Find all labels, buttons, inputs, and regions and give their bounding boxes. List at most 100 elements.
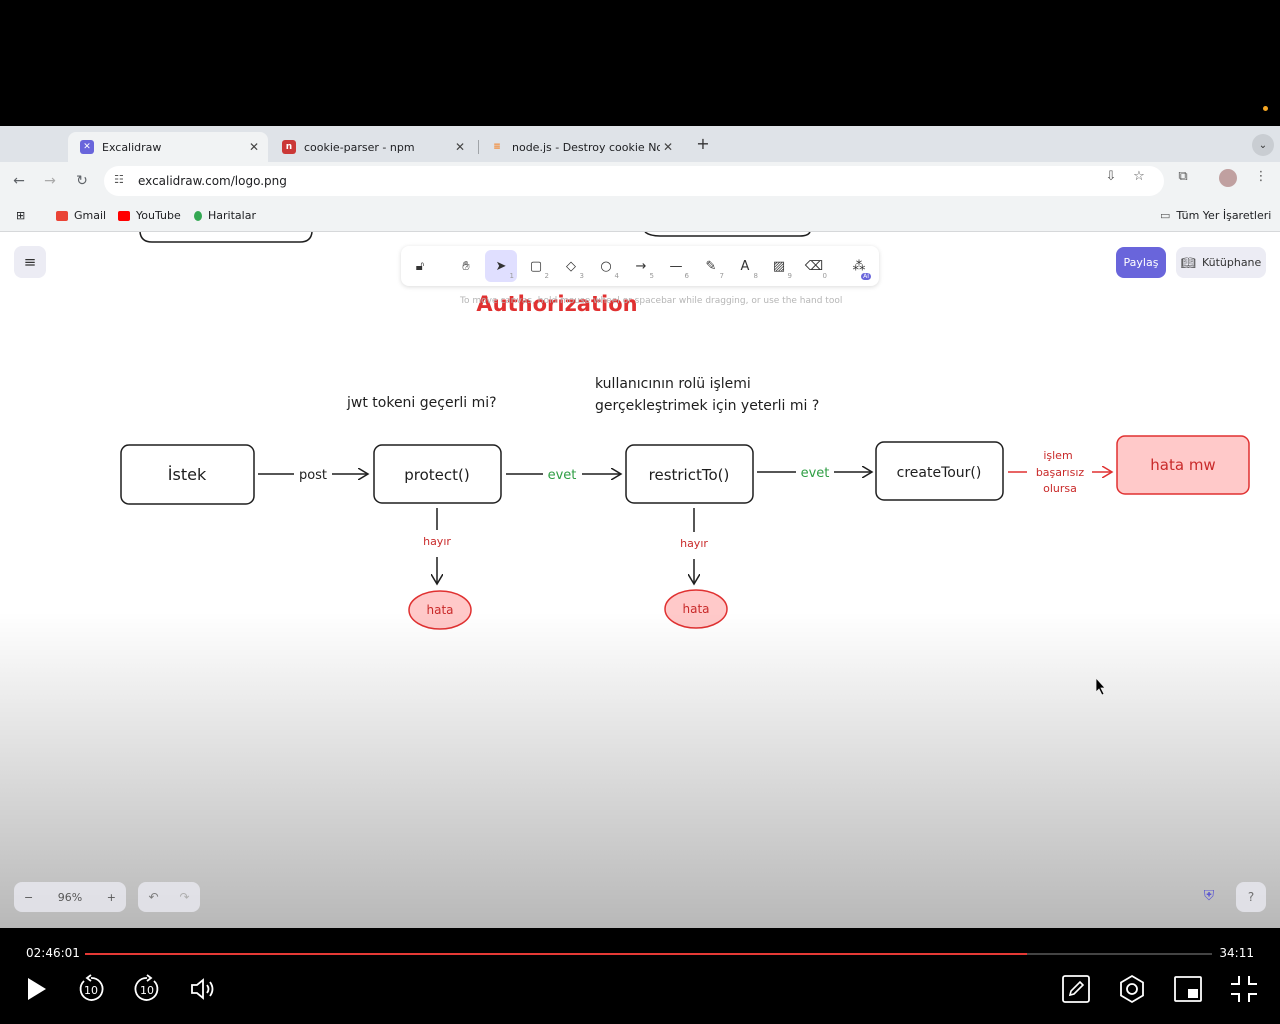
tab-title: cookie-parser - npm <box>304 140 415 154</box>
pencil-tool-icon[interactable]: ✎ 7 <box>695 250 727 282</box>
shield-icon[interactable]: ⛨ <box>1200 888 1218 906</box>
lock-icon[interactable]: 🔓︎ <box>404 250 436 282</box>
extensions-icon[interactable]: ⧉ <box>1174 169 1192 187</box>
selection-tool-icon[interactable]: ➤ 1 <box>485 250 517 282</box>
bookmark-label: YouTube <box>136 209 181 222</box>
new-tab-button[interactable]: + <box>694 134 712 154</box>
undo-redo-controls: ↶ ↷ <box>138 882 200 912</box>
undo-icon[interactable]: ↶ <box>148 890 158 904</box>
close-tab-icon[interactable]: ✕ <box>452 140 468 154</box>
bookmark-youtube[interactable]: YouTube <box>118 209 181 222</box>
edge-no2-label: hayır <box>680 537 708 550</box>
tool-key: 7 <box>719 272 724 280</box>
tool-key: 0 <box>822 272 827 280</box>
offscreen-shape-center[interactable] <box>644 232 811 237</box>
zoom-out-button[interactable]: − <box>24 891 33 904</box>
bookmark-maps[interactable]: Haritalar <box>194 209 256 222</box>
skip-forward-seconds: 10 <box>140 984 154 997</box>
site-settings-icon[interactable]: ☷ <box>114 173 130 189</box>
settings-gear-icon[interactable] <box>1115 972 1149 1006</box>
skip-forward-icon[interactable]: 10 <box>130 972 164 1006</box>
hand-tool-icon[interactable]: ✋︎ <box>450 250 482 282</box>
all-bookmarks[interactable]: ▭ Tüm Yer İşaretleri <box>1160 209 1271 222</box>
node-create-tour-label: createTour() <box>897 465 982 481</box>
play-icon[interactable] <box>20 972 54 1006</box>
browser-toolbar: ← → ↻ ☷ excalidraw.com/logo.png ⇩ ☆ ⧉ ⋮ <box>0 162 1280 200</box>
arrow-tool-icon[interactable]: → 5 <box>625 250 657 282</box>
tool-key: 1 <box>509 272 514 280</box>
video-player-controls: 02:46:01 34:11 10 10 <box>0 928 1280 1024</box>
notes-edit-icon[interactable] <box>1059 972 1093 1006</box>
question-jwt[interactable]: jwt tokeni geçerli mi? <box>346 395 497 411</box>
node-protect-label: protect() <box>404 466 469 484</box>
tab-cookie-parser[interactable]: n cookie-parser - npm ✕ <box>270 132 474 162</box>
edge-fail-label-3: olursa <box>1043 482 1077 495</box>
node-restrict-label: restrictTo() <box>649 466 730 484</box>
node-error-mw-label: hata mw <box>1150 456 1215 474</box>
picture-in-picture-icon[interactable] <box>1171 972 1205 1006</box>
address-bar[interactable]: ☷ excalidraw.com/logo.png <box>104 166 1164 196</box>
tab-search-chevron-icon[interactable]: ⌄ <box>1252 134 1274 156</box>
tool-key: 6 <box>684 272 689 280</box>
browser-window: ✕ Excalidraw ✕ n cookie-parser - npm ✕ ≡… <box>0 126 1280 928</box>
back-icon[interactable]: ← <box>9 171 29 191</box>
tab-excalidraw[interactable]: ✕ Excalidraw ✕ <box>68 132 268 162</box>
forward-icon[interactable]: → <box>40 171 60 191</box>
apps-grid-icon[interactable]: ⊞ <box>16 209 25 222</box>
redo-icon[interactable]: ↷ <box>179 890 189 904</box>
image-tool-icon[interactable]: ▨ 9 <box>763 250 795 282</box>
close-tab-icon[interactable]: ✕ <box>660 140 676 154</box>
edge-yes2-label: evet <box>801 466 830 481</box>
help-icon[interactable]: ? <box>1236 882 1266 912</box>
all-bookmarks-label: Tüm Yer İşaretleri <box>1176 209 1272 222</box>
bookmark-gmail[interactable]: Gmail <box>56 209 106 222</box>
eraser-tool-icon[interactable]: ⌫ 0 <box>798 250 830 282</box>
youtube-icon <box>118 210 130 221</box>
tool-key: 9 <box>787 272 792 280</box>
zoom-in-button[interactable]: + <box>107 891 116 904</box>
rectangle-tool-icon[interactable]: ▢ 2 <box>520 250 552 282</box>
reload-icon[interactable]: ↻ <box>72 171 92 191</box>
text-tool-icon[interactable]: A8 <box>729 250 761 282</box>
install-app-icon[interactable]: ⇩ <box>1102 169 1120 187</box>
question-role-line2[interactable]: gerçekleştrimek için yeterli mi ? <box>595 398 819 414</box>
edge-fail-label-2: başarısız <box>1036 466 1085 479</box>
current-time: 02:46:01 <box>26 946 80 960</box>
maps-pin-icon <box>194 210 202 221</box>
volume-icon[interactable] <box>186 972 220 1006</box>
offscreen-shape-left[interactable] <box>139 232 313 243</box>
bookmark-label: Gmail <box>74 209 107 222</box>
ai-badge: AI <box>861 273 871 280</box>
tool-key: 5 <box>649 272 654 280</box>
more-shapes-icon[interactable]: ⁂ AI <box>843 250 875 282</box>
node-error-2-label: hata <box>682 602 709 616</box>
exit-fullscreen-icon[interactable] <box>1227 972 1261 1006</box>
library-button[interactable]: 📖︎ Kütüphane <box>1176 247 1266 278</box>
diamond-tool-icon[interactable]: ◇ 3 <box>555 250 587 282</box>
tab-title: node.js - Destroy cookie Nod <box>512 140 660 154</box>
skip-back-seconds: 10 <box>84 984 98 997</box>
remaining-time: 34:11 <box>1219 946 1254 960</box>
share-button[interactable]: Paylaş <box>1116 247 1166 278</box>
tab-stackoverflow[interactable]: ≡ node.js - Destroy cookie Nod ✕ <box>478 132 682 162</box>
skip-back-icon[interactable]: 10 <box>74 972 108 1006</box>
edge-post-label: post <box>299 468 327 483</box>
profile-avatar[interactable] <box>1219 169 1237 187</box>
book-icon: 📖︎ <box>1180 255 1196 270</box>
zoom-level[interactable]: 96% <box>58 891 82 904</box>
bookmark-star-icon[interactable]: ☆ <box>1130 169 1148 187</box>
tool-key: 2 <box>544 272 549 280</box>
hamburger-menu-icon[interactable]: ≡ <box>14 246 46 278</box>
close-tab-icon[interactable]: ✕ <box>246 140 262 154</box>
ellipse-tool-icon[interactable]: ○ 4 <box>590 250 622 282</box>
excalidraw-canvas[interactable]: Authorization jwt tokeni geçerli mi? kul… <box>0 232 1280 928</box>
node-request-label: İstek <box>168 465 207 484</box>
question-role-line1[interactable]: kullanıcının rolü işlemi <box>595 376 751 392</box>
library-label: Kütüphane <box>1201 256 1262 269</box>
kebab-menu-icon[interactable]: ⋮ <box>1252 169 1270 187</box>
line-tool-icon[interactable]: —6 <box>660 250 692 282</box>
mouse-cursor-icon <box>1095 676 1106 696</box>
progress-bar[interactable] <box>85 953 1212 955</box>
progress-fill <box>85 953 1028 955</box>
bookmarks-bar: ⊞ Gmail YouTube Haritalar ▭ Tüm Yer İşar… <box>0 200 1280 232</box>
